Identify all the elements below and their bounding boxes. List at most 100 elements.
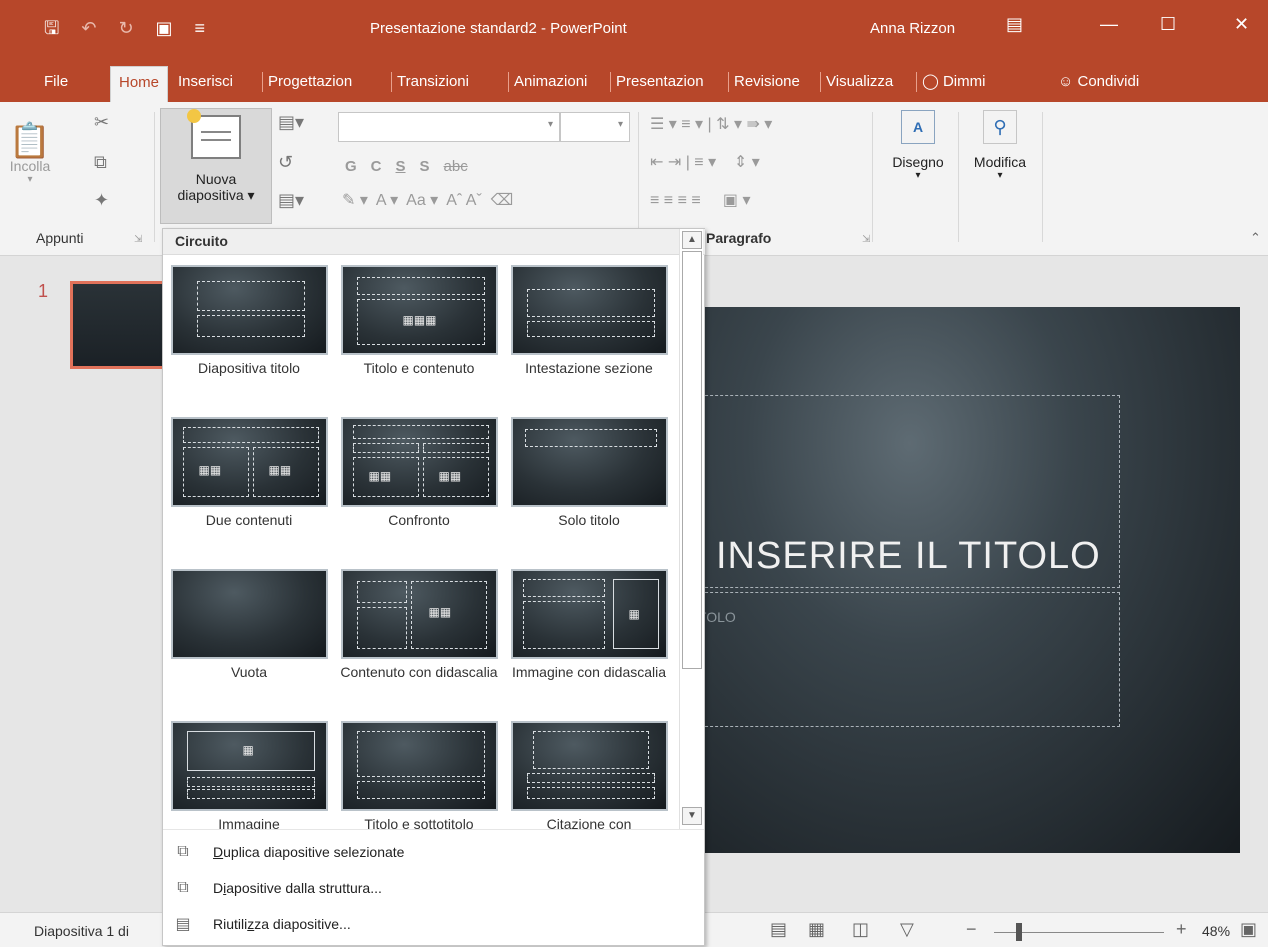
reuse-slides-item[interactable]: ▤ Riutilizza diapositive... — [173, 910, 351, 938]
format-painter-icon[interactable]: ✦ — [94, 190, 109, 211]
gallery-scrollbar[interactable]: ▲ ▼ — [679, 229, 703, 829]
tab-insert[interactable]: Inserisci — [178, 72, 233, 92]
editing-button[interactable]: ⚲ Modifica ▾ — [962, 110, 1038, 181]
menu-label: Duplica diapositive selezionate — [213, 844, 405, 860]
dialog-launcher-icon[interactable]: ⇲ — [134, 234, 142, 245]
tab-review[interactable]: Revisione — [728, 72, 800, 92]
slide-canvas[interactable]: INSERIRE IL TITOLO ITOLO — [690, 307, 1240, 853]
subtitle-placeholder[interactable] — [690, 592, 1120, 727]
shadow-button[interactable]: S — [420, 158, 430, 175]
tab-view[interactable]: Visualizza — [820, 72, 893, 92]
duplicate-slides-item[interactable]: ⧉ Duplica diapositive selezionate — [173, 838, 404, 866]
zoom-slider-handle[interactable] — [1016, 923, 1022, 941]
layout-label: Solo titolo — [558, 512, 620, 528]
layout-picture-caption[interactable]: ▦ Immagine con didascalia — [509, 569, 669, 681]
layout-section-header[interactable]: Intestazione sezione — [509, 265, 669, 377]
new-slide-dropdown: Circuito Diapositiva titolo ▦▦▦ Titolo e… — [162, 228, 705, 946]
layout-title-only[interactable]: Solo titolo — [509, 417, 669, 529]
underline-button[interactable]: S — [396, 158, 406, 175]
layout-icon[interactable]: ▤▾ — [278, 112, 304, 133]
bold-button[interactable]: G — [345, 158, 357, 175]
minimize-button[interactable]: — — [1100, 14, 1118, 35]
user-name[interactable]: Anna Rizzon — [870, 20, 955, 37]
scroll-up-button[interactable]: ▲ — [682, 231, 702, 249]
layout-blank[interactable]: Vuota — [169, 569, 329, 681]
new-slide-label-1: Nuova — [195, 171, 237, 187]
layout-picture[interactable]: ▦ Immagine — [169, 721, 329, 833]
slide-title: INSERIRE IL TITOLO — [716, 535, 1101, 577]
paste-label: Incolla — [9, 158, 51, 174]
ribbon-display-options-icon[interactable]: ▤ — [1006, 14, 1023, 35]
normal-view-icon[interactable]: ▤ — [770, 919, 787, 940]
collapse-ribbon-icon[interactable]: ⌃ — [1250, 230, 1261, 246]
layout-title-content[interactable]: ▦▦▦ Titolo e contenuto — [339, 265, 499, 377]
quick-access-toolbar: 🖫 ↶ ↻ ▣ ≡ — [44, 18, 205, 38]
tab-transitions[interactable]: Transizioni — [391, 72, 469, 92]
scroll-thumb[interactable] — [682, 251, 702, 669]
cut-icon[interactable]: ✂ — [94, 112, 109, 133]
undo-icon[interactable]: ↶ — [81, 18, 96, 38]
strikethrough-button[interactable]: abc — [444, 158, 468, 175]
slide-sorter-icon[interactable]: ▦ — [808, 919, 825, 940]
reset-icon[interactable]: ↺ — [278, 152, 293, 173]
share-button[interactable]: ☺ Condividi — [1058, 72, 1139, 92]
section-icon[interactable]: ▤▾ — [278, 190, 304, 211]
slide-counter: Diapositiva 1 di — [34, 923, 129, 939]
paragraph-row-3: ≡ ≡ ≡ ≡ ▣ ▾ — [650, 192, 751, 209]
paste-button[interactable]: 📋 Incolla ▾ — [0, 124, 60, 185]
tab-animations[interactable]: Animazioni — [508, 72, 587, 92]
tab-slideshow[interactable]: Presentazion — [610, 72, 704, 92]
font-size-combo[interactable]: ▾ — [560, 112, 630, 142]
drawing-button[interactable]: A Disegno ▾ — [878, 110, 958, 181]
new-slide-icon — [187, 109, 241, 159]
chevron-down-icon: ▾ — [27, 174, 33, 185]
slide-number: 1 — [38, 281, 49, 301]
slides-from-outline-item[interactable]: ⧉ Diapositive dalla struttura... — [173, 874, 382, 902]
layout-content-caption[interactable]: ▦▦ Contenuto con didascalia — [339, 569, 499, 681]
menu-label: Riutilizza diapositive... — [213, 916, 351, 932]
reading-view-icon[interactable]: ◫ — [852, 919, 869, 940]
tell-me-label: Dimmi — [942, 73, 986, 90]
zoom-out-icon[interactable]: − — [966, 919, 977, 940]
search-icon: ⚲ — [983, 110, 1017, 144]
outline-icon: ⧉ — [177, 879, 189, 896]
fit-to-window-icon[interactable]: ▣ — [1240, 919, 1257, 940]
redo-icon[interactable]: ↻ — [118, 18, 133, 38]
layout-comparison[interactable]: ▦▦ ▦▦ Confronto — [339, 417, 499, 529]
font-color-row: ✎ ▾ A ▾ Aa ▾ Aˆ Aˇ ⌫ — [342, 192, 514, 209]
tell-me[interactable]: ◯ Dimmi — [916, 72, 985, 92]
new-slide-button[interactable]: Nuova diapositiva ▾ — [160, 108, 272, 224]
slideshow-icon[interactable]: ▽ — [900, 919, 914, 940]
editing-label: Modifica — [973, 154, 1027, 170]
start-presentation-icon[interactable]: ▣ — [156, 18, 173, 38]
layout-title-slide[interactable]: Diapositiva titolo — [169, 265, 329, 377]
tab-design[interactable]: Progettazion — [262, 72, 352, 92]
layout-two-content[interactable]: ▦▦ ▦▦ Due contenuti — [169, 417, 329, 529]
zoom-in-icon[interactable]: + — [1176, 919, 1187, 940]
share-label: Condividi — [1077, 73, 1140, 90]
duplicate-slides-icon: ⧉ — [177, 843, 189, 860]
layout-title-subtitle[interactable]: Titolo e sottotitolo — [339, 721, 499, 833]
tab-file[interactable]: File — [44, 72, 68, 92]
layout-label: Titolo e contenuto — [363, 360, 475, 376]
window-title: Presentazione standard2 - PowerPoint — [370, 20, 627, 37]
italic-button[interactable]: C — [371, 158, 382, 175]
close-button[interactable]: ✕ — [1234, 14, 1249, 35]
tab-home[interactable]: Home — [110, 66, 169, 102]
zoom-level[interactable]: 48% — [1202, 923, 1230, 939]
slide-thumbnail[interactable] — [70, 281, 170, 369]
font-name-combo[interactable]: ▾ — [338, 112, 560, 142]
save-icon[interactable]: 🖫 — [44, 18, 59, 38]
font-format-row: G C S S abc — [345, 158, 468, 175]
maximize-button[interactable]: ☐ — [1160, 14, 1176, 35]
shapes-icon: A — [901, 110, 935, 144]
copy-icon[interactable]: ⧉ — [94, 152, 107, 173]
layout-quote-caption[interactable]: Citazione con — [509, 721, 669, 833]
customize-qat-icon[interactable]: ≡ — [195, 18, 206, 38]
scroll-down-button[interactable]: ▼ — [682, 807, 702, 825]
paragraph-row-2: ⇤ ⇥ | ≡ ▾ ⇕ ▾ — [650, 154, 760, 171]
layout-label: Contenuto con didascalia — [340, 664, 498, 680]
dialog-launcher-icon[interactable]: ⇲ — [862, 234, 870, 245]
paragraph-row-1: ☰ ▾ ≡ ▾ | ⇅ ▾ ⇛ ▾ — [650, 116, 773, 133]
drawing-label: Disegno — [892, 154, 944, 170]
